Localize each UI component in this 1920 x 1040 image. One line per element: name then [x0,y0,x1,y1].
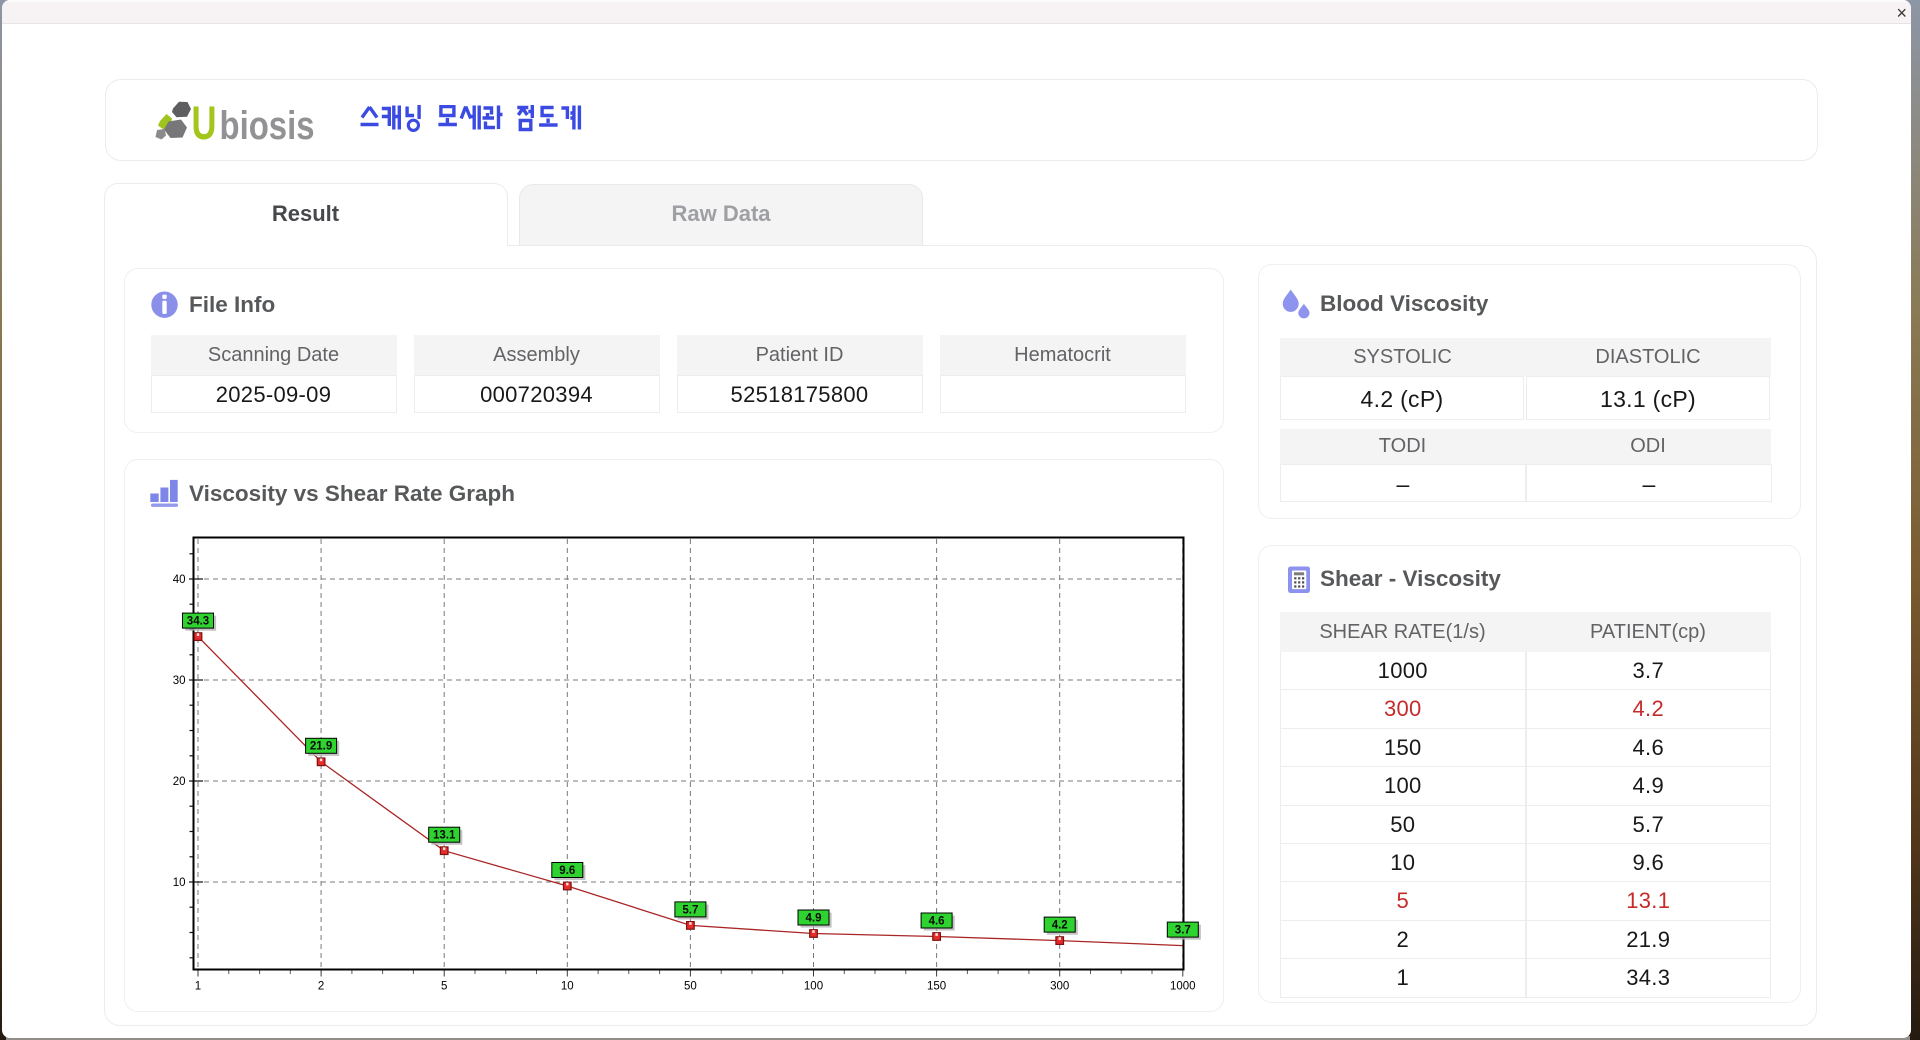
svg-text:9.6: 9.6 [559,865,575,877]
svg-text:150: 150 [927,981,946,993]
svg-text:100: 100 [804,981,823,993]
svg-text:34.3: 34.3 [187,616,209,628]
svg-text:5: 5 [441,981,447,993]
svg-text:2: 2 [318,981,324,993]
svg-text:4.6: 4.6 [929,915,945,927]
svg-text:10: 10 [561,981,574,993]
svg-text:20: 20 [173,776,186,788]
svg-text:1000: 1000 [1170,981,1196,993]
svg-text:4.9: 4.9 [806,912,822,924]
svg-text:U: U [192,96,217,146]
svg-text:300: 300 [1050,981,1069,993]
svg-text:30: 30 [173,675,186,687]
svg-text:10: 10 [173,877,186,889]
svg-text:21.9: 21.9 [310,741,332,753]
svg-text:1: 1 [195,981,201,993]
svg-text:biosis: biosis [220,104,315,146]
svg-text:5.7: 5.7 [682,904,698,916]
svg-text:50: 50 [684,981,697,993]
svg-text:3.7: 3.7 [1175,925,1191,937]
svg-text:40: 40 [173,574,186,586]
svg-text:4.2: 4.2 [1052,920,1068,932]
svg-text:13.1: 13.1 [433,830,456,842]
